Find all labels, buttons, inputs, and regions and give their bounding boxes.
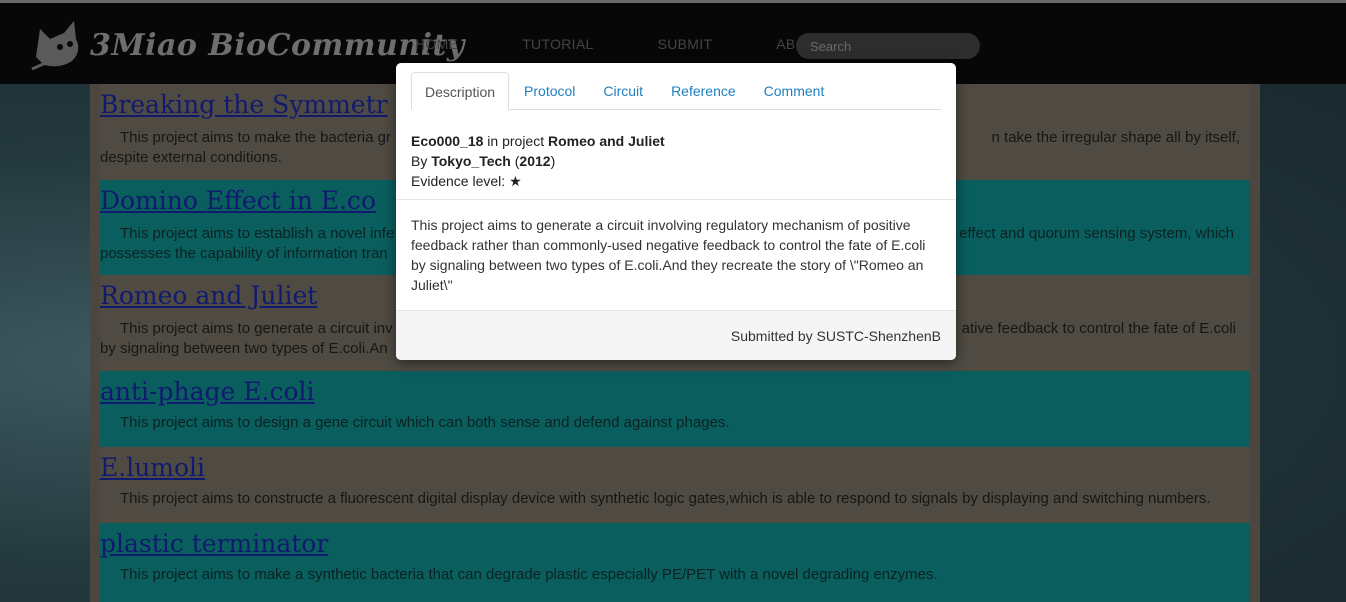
tab-reference[interactable]: Reference (658, 72, 749, 108)
project-name: Romeo and Juliet (548, 133, 665, 149)
part-id: Eco000_18 (411, 133, 484, 149)
modal-tabs: Description Protocol Circuit Reference C… (411, 72, 941, 110)
evidence-label: Evidence level: (411, 173, 510, 189)
tab-description[interactable]: Description (411, 72, 510, 110)
part-meta: Eco000_18 in project Romeo and Juliet By… (411, 131, 665, 191)
modal-description: This project aims to generate a circuit … (411, 217, 926, 293)
tab-circuit[interactable]: Circuit (590, 72, 656, 108)
star-icon: ★ (509, 173, 522, 189)
modal-divider (396, 199, 956, 200)
modal-footer: Submitted by SUSTC-ShenzhenB (396, 310, 956, 360)
submitted-by: Submitted by SUSTC-ShenzhenB (730, 328, 941, 344)
team-line: By Tokyo_Tech (2012) (411, 153, 556, 169)
in-project-text: in project (483, 133, 548, 149)
tab-protocol[interactable]: Protocol (511, 72, 588, 108)
team-name: Tokyo_Tech (431, 153, 511, 169)
by-text: By (411, 153, 432, 169)
part-line: Eco000_18 in project Romeo and Juliet (411, 131, 665, 151)
evidence-line: Evidence level: ★ (411, 171, 665, 191)
tab-comment[interactable]: Comment (751, 72, 838, 108)
team-year: 2012 (519, 153, 551, 169)
project-detail-modal: Description Protocol Circuit Reference C… (396, 63, 956, 360)
